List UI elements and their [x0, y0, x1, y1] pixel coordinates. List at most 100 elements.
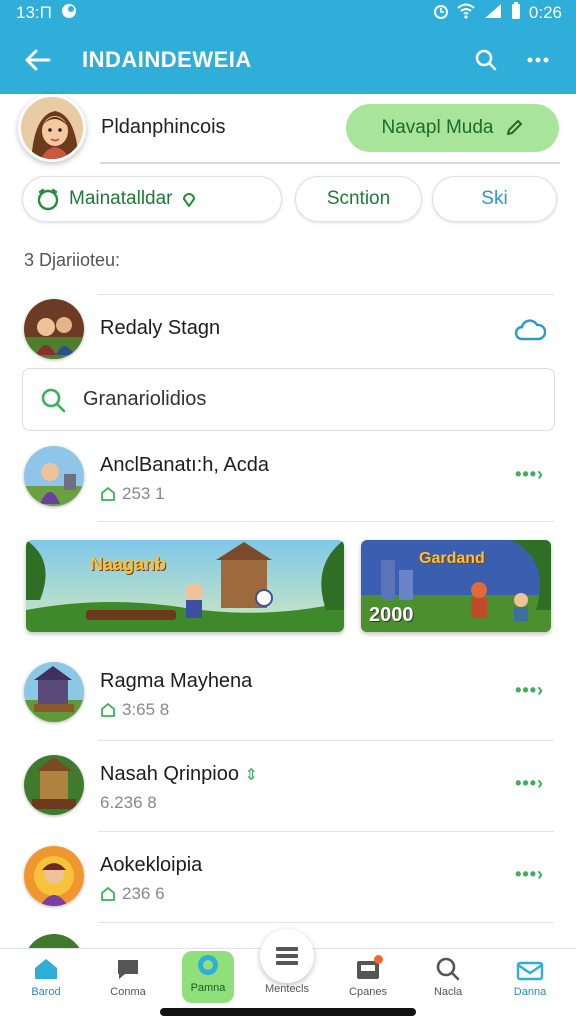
more-button[interactable]: •••›	[515, 864, 544, 885]
status-time: 13:П	[16, 3, 52, 22]
item-meta: 3:65 8	[100, 700, 169, 720]
home-outline-icon	[101, 702, 115, 717]
divider	[98, 740, 554, 741]
nav-item-list[interactable]: Mentecls	[251, 983, 323, 1003]
item-meta: 6.236 8	[100, 793, 157, 813]
search-value: Granariolidios	[83, 388, 207, 410]
notification-icon	[60, 2, 78, 25]
mail-icon	[516, 961, 544, 981]
promo-banner[interactable]: Gardand 2000	[361, 540, 551, 632]
item-meta: 236 6	[100, 884, 165, 904]
timer-icon	[37, 188, 59, 211]
app-bar: INDAINDEWEIA	[0, 26, 576, 94]
banner-title: Gardand	[419, 550, 485, 567]
item-count: 253 1	[122, 484, 165, 503]
list-item[interactable]: Redaly Stagn	[0, 289, 576, 369]
section-title: 3 Djariioteu:	[24, 250, 121, 270]
nav-item-inbox[interactable]: Cpanes	[332, 955, 404, 1007]
more-horizontal-icon	[527, 57, 549, 63]
promo-banner[interactable]: Naaganb	[26, 540, 344, 632]
home-indicator	[160, 1008, 416, 1016]
item-thumbnail	[24, 934, 84, 948]
status-right-time: 0:26	[528, 3, 562, 22]
nav-label: Danna	[513, 986, 547, 998]
chip-filter-2[interactable]: Scntion	[295, 176, 422, 222]
nav-item-search[interactable]: Nacla	[412, 955, 484, 1007]
notification-badge	[374, 955, 383, 964]
chip-filter-3[interactable]: Ski	[432, 176, 557, 222]
more-options-button[interactable]	[518, 40, 558, 80]
nav-label: Nacla	[433, 986, 463, 998]
list-item[interactable]: AnclBanatı:h, Acda 253 1 •••›	[0, 436, 576, 516]
home-outline-icon	[101, 486, 115, 501]
chat-icon	[118, 960, 138, 979]
status-bar: 13:П 0:26	[0, 0, 576, 26]
item-thumbnail	[24, 755, 84, 815]
divider	[98, 521, 554, 522]
home-icon	[35, 959, 57, 979]
profile-name: Pldanphincois	[101, 116, 226, 138]
globe-icon	[198, 955, 218, 975]
page-title: INDAINDEWEIA	[82, 47, 252, 72]
nav-item-chat[interactable]: Conma	[92, 955, 164, 1007]
search-input[interactable]: Granariolidios	[22, 368, 555, 431]
chip-filter-1[interactable]: Mainatalldar	[22, 176, 282, 222]
nav-label: Pamna	[190, 982, 226, 994]
more-button[interactable]: •••›	[515, 680, 544, 701]
menu-fab-button[interactable]	[260, 929, 314, 983]
chip-label: Mainatalldar	[69, 188, 173, 209]
divider	[98, 922, 554, 923]
banner-number: 2000	[369, 604, 414, 626]
search-button[interactable]	[466, 40, 506, 80]
nav-item-home[interactable]: Barod	[10, 955, 82, 1007]
more-button[interactable]: •••›	[515, 464, 544, 485]
nav-label: Mentecls	[264, 983, 310, 995]
chip-label: Scntion	[326, 188, 391, 209]
avatar[interactable]	[18, 94, 86, 162]
item-meta: 253 1	[100, 484, 165, 504]
item-name: Ragma Mayhena	[100, 670, 253, 692]
item-thumbnail	[24, 662, 84, 722]
item-name: Nasah Qrinpioo ⇕	[100, 763, 258, 785]
nav-label: Conma	[110, 986, 146, 998]
pencil-icon	[507, 120, 523, 135]
item-thumbnail	[24, 299, 84, 359]
nav-label: Barod	[31, 986, 61, 998]
edit-profile-button[interactable]: Navapl Muda	[346, 104, 559, 152]
list-item[interactable]: Aokekloipia 236 6 •••›	[0, 836, 576, 916]
item-name: Redaly Stagn	[100, 317, 221, 339]
list-item[interactable]: Ragma Mayhena 3:65 8 •••›	[0, 652, 576, 732]
edit-profile-label: Navapl Muda	[381, 117, 494, 138]
filter-chips: Mainatalldar Scntion Ski	[0, 176, 576, 222]
wifi-icon	[457, 3, 475, 24]
divider	[98, 831, 554, 832]
profile-header: Pldanphincois Navapl Muda	[0, 94, 576, 168]
search-icon	[436, 957, 460, 981]
item-thumbnail	[24, 846, 84, 906]
list-item[interactable]: Nasah Qrinpioo ⇕ 6.236 8 •••›	[0, 745, 576, 825]
nav-label: Cpanes	[349, 986, 387, 998]
item-count: 3:65 8	[122, 700, 170, 719]
home-outline-icon	[101, 886, 115, 901]
arrow-left-icon	[25, 49, 51, 71]
battery-icon	[511, 1, 521, 25]
sync-icon: ⇕	[244, 767, 258, 784]
search-icon	[41, 388, 66, 412]
cloud-icon[interactable]	[514, 317, 547, 348]
divider	[100, 162, 560, 164]
chip-label: Ski	[481, 188, 508, 209]
item-count: 236 6	[122, 884, 165, 903]
item-count: 6.236 8	[100, 793, 157, 812]
search-icon	[475, 49, 497, 71]
item-name: Aokekloipia	[100, 854, 203, 876]
item-thumbnail	[24, 446, 84, 506]
nav-item-globe[interactable]: Pamna	[182, 951, 234, 1003]
signal-icon	[483, 3, 503, 24]
location-pin-icon	[182, 193, 195, 207]
banner-title: Naaganb	[90, 554, 167, 574]
nav-item-mail[interactable]: Danna	[494, 955, 566, 1007]
list-icon	[276, 947, 298, 965]
back-button[interactable]	[18, 40, 58, 80]
more-button[interactable]: •••›	[515, 773, 544, 794]
item-name: AnclBanatı:h, Acda	[100, 454, 270, 476]
